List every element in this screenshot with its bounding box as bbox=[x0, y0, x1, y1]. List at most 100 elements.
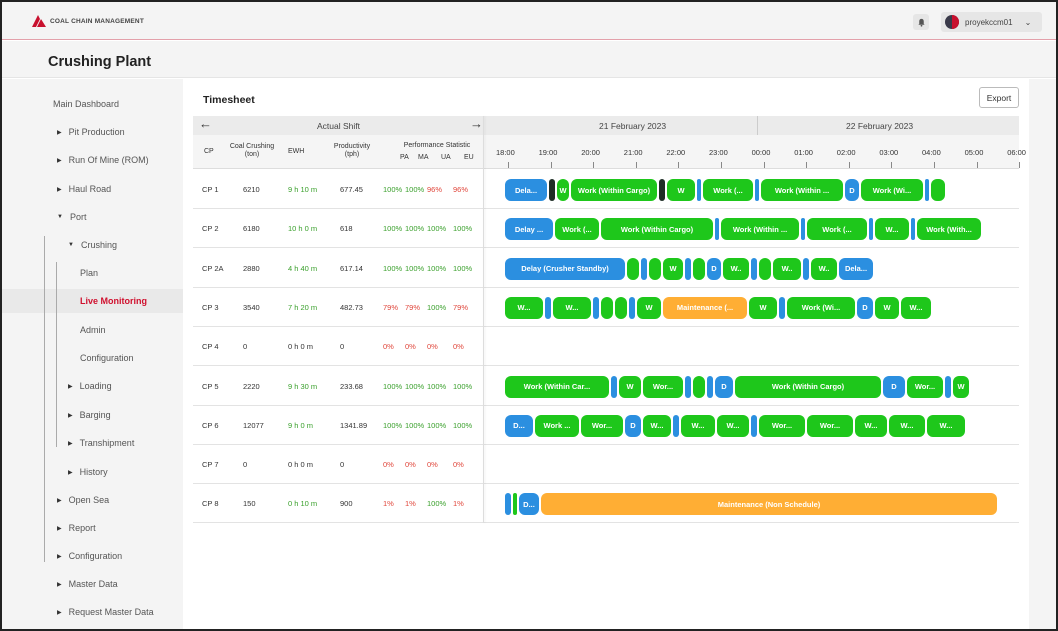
timeline-segment[interactable] bbox=[751, 414, 757, 437]
timeline-segment[interactable]: W... bbox=[717, 414, 749, 437]
timeline-segment[interactable]: Wor... bbox=[581, 414, 623, 437]
timeline-segment[interactable]: D... bbox=[519, 493, 539, 516]
timeline-segment[interactable]: W bbox=[749, 296, 777, 319]
timeline-segment[interactable] bbox=[707, 375, 713, 398]
sidebar-item-main-dashboard[interactable]: Main Dashboard bbox=[53, 99, 119, 109]
app-logo[interactable]: COAL CHAIN MANAGEMENT bbox=[32, 15, 144, 27]
timeline-segment[interactable] bbox=[629, 296, 635, 319]
timeline-segment[interactable] bbox=[627, 257, 639, 280]
timeline-segment[interactable] bbox=[779, 296, 785, 319]
timeline-segment[interactable]: W... bbox=[927, 414, 965, 437]
timeline-segment[interactable]: Work (Within ... bbox=[761, 179, 843, 201]
timeline-segment[interactable] bbox=[545, 296, 551, 319]
timeline-segment[interactable]: W bbox=[953, 375, 969, 398]
timeline-segment[interactable]: Delay ... bbox=[505, 218, 553, 241]
timeline-segment[interactable] bbox=[925, 179, 929, 201]
arrow-right-icon[interactable]: → bbox=[470, 116, 483, 131]
timeline-segment[interactable]: Dela... bbox=[505, 179, 547, 201]
timeline-segment[interactable]: W... bbox=[553, 296, 591, 319]
timeline-segment[interactable] bbox=[513, 493, 517, 516]
timeline-segment[interactable]: W bbox=[557, 179, 569, 201]
timeline-segment[interactable] bbox=[615, 296, 627, 319]
sidebar-item-haul-road[interactable]: ▶ Haul Road bbox=[57, 184, 111, 194]
table-row[interactable]: CP 8 150 0 h 10 m 900 1% 1% 100% 1% D... Maintena… bbox=[193, 484, 1019, 524]
timeline-segment[interactable]: Work (Within Cargo) bbox=[735, 375, 881, 398]
timeline-segment[interactable] bbox=[869, 218, 873, 241]
timeline-segment[interactable]: W... bbox=[505, 296, 543, 319]
timeline-segment[interactable]: Work (Wi... bbox=[787, 296, 855, 319]
timeline-segment[interactable]: Dela... bbox=[839, 257, 873, 280]
timeline-segment[interactable]: Wor... bbox=[759, 414, 805, 437]
timeline-segment[interactable]: Work (Within Cargo) bbox=[571, 179, 657, 201]
timeline-segment[interactable] bbox=[945, 375, 951, 398]
arrow-left-icon[interactable]: ← bbox=[199, 116, 212, 131]
timeline-segment[interactable] bbox=[697, 179, 701, 201]
timeline-segment[interactable]: W bbox=[667, 179, 695, 201]
timeline-segment[interactable] bbox=[601, 296, 613, 319]
timeline-segment[interactable]: D... bbox=[505, 414, 533, 437]
timeline-segment[interactable]: D bbox=[845, 179, 859, 201]
timeline-segment[interactable]: Work (Wi... bbox=[861, 179, 923, 201]
timeline-segment[interactable]: Maintenance (... bbox=[663, 296, 747, 319]
timeline-segment[interactable] bbox=[751, 257, 757, 280]
timeline-segment[interactable] bbox=[911, 218, 915, 241]
timeline-segment[interactable]: W... bbox=[889, 414, 925, 437]
timeline-segment[interactable]: Work (With... bbox=[917, 218, 981, 241]
timeline-segment[interactable]: Wor... bbox=[907, 375, 943, 398]
notification-button[interactable] bbox=[913, 14, 929, 30]
table-row[interactable]: CP 3 3540 7 h 20 m 482.73 79% 79% 100% 79% W... W… bbox=[193, 288, 1019, 327]
timeline-segment[interactable]: W bbox=[875, 296, 899, 319]
timeline-segment[interactable]: Work (Within Car... bbox=[505, 375, 609, 398]
timeline-segment[interactable]: W... bbox=[681, 414, 715, 437]
timeline-segment[interactable]: W.. bbox=[773, 257, 801, 280]
timeline-segment[interactable]: D bbox=[883, 375, 905, 398]
user-menu[interactable]: proyekccm01 ⌄ bbox=[941, 12, 1042, 32]
sidebar-item-configuration[interactable]: ▶ Configuration bbox=[57, 551, 122, 561]
timeline-segment[interactable] bbox=[803, 257, 809, 280]
timeline-segment[interactable] bbox=[931, 179, 945, 201]
timeline-segment[interactable] bbox=[715, 218, 719, 241]
sidebar-item-request-master-data[interactable]: ▶ Request Master Data bbox=[57, 607, 154, 617]
timeline-segment[interactable]: D bbox=[857, 296, 873, 319]
timeline-segment[interactable] bbox=[505, 493, 511, 516]
timeline-segment[interactable]: W... bbox=[855, 414, 887, 437]
timeline-segment[interactable]: Work (... bbox=[555, 218, 599, 241]
sidebar-item-transhipment[interactable]: ▶ Transhipment bbox=[68, 438, 134, 448]
sidebar-item-loading[interactable]: ▶ Loading bbox=[68, 381, 112, 391]
timeline-segment[interactable]: Work ... bbox=[535, 414, 579, 437]
sidebar-item-port[interactable]: ▼ Port bbox=[57, 212, 86, 222]
timeline-segment[interactable] bbox=[549, 179, 555, 201]
sidebar-item-report[interactable]: ▶ Report bbox=[57, 523, 96, 533]
timeline-segment[interactable]: W bbox=[619, 375, 641, 398]
table-row[interactable]: CP 6 12077 9 h 0 m 1341.89 100% 100% 100% 100% D… bbox=[193, 406, 1019, 445]
table-row[interactable]: CP 2 6180 10 h 0 m 618 100% 100% 100% 100% Delay… bbox=[193, 209, 1019, 249]
sidebar-item-master-data[interactable]: ▶ Master Data bbox=[57, 579, 118, 589]
timeline-segment[interactable]: W.. bbox=[811, 257, 837, 280]
sidebar-item-pit-production[interactable]: ▶ Pit Production bbox=[57, 127, 125, 137]
timeline-segment[interactable] bbox=[673, 414, 679, 437]
timeline-segment[interactable]: W... bbox=[643, 414, 671, 437]
timeline-segment[interactable]: D bbox=[707, 257, 721, 280]
timeline-segment[interactable]: W bbox=[663, 257, 683, 280]
sidebar-item-history[interactable]: ▶ History bbox=[68, 467, 108, 477]
timeline-segment[interactable] bbox=[685, 257, 691, 280]
timeline-segment[interactable]: Maintenance (Non Schedule) bbox=[541, 493, 997, 516]
export-button[interactable]: Export bbox=[979, 87, 1019, 108]
timeline-segment[interactable] bbox=[659, 179, 665, 201]
table-row[interactable]: CP 1 6210 9 h 10 m 677.45 100% 100% 96% 96% Dela… bbox=[193, 170, 1019, 209]
sidebar-item-admin[interactable]: Admin bbox=[80, 325, 106, 335]
timeline-segment[interactable]: D bbox=[715, 375, 733, 398]
sidebar-item-crushing[interactable]: ▼ Crushing bbox=[68, 240, 117, 250]
timeline-segment[interactable]: Delay (Crusher Standby) bbox=[505, 257, 625, 280]
timeline-segment[interactable]: W... bbox=[901, 296, 931, 319]
timeline-segment[interactable] bbox=[611, 375, 617, 398]
table-row[interactable]: CP 5 2220 9 h 30 m 233.68 100% 100% 100% 100% Wo… bbox=[193, 367, 1019, 406]
sidebar-item-open-sea[interactable]: ▶ Open Sea bbox=[57, 495, 109, 505]
sidebar-item-live-monitoring[interactable]: Live Monitoring bbox=[2, 289, 183, 313]
sidebar-item-barging[interactable]: ▶ Barging bbox=[68, 410, 111, 420]
timeline-segment[interactable]: Wor... bbox=[643, 375, 683, 398]
timeline-segment[interactable] bbox=[693, 375, 705, 398]
sidebar-item-crushing-configuration[interactable]: Configuration bbox=[80, 353, 134, 363]
sidebar-item-rom[interactable]: ▶ Run Of Mine (ROM) bbox=[57, 155, 149, 165]
timeline-segment[interactable] bbox=[649, 257, 661, 280]
